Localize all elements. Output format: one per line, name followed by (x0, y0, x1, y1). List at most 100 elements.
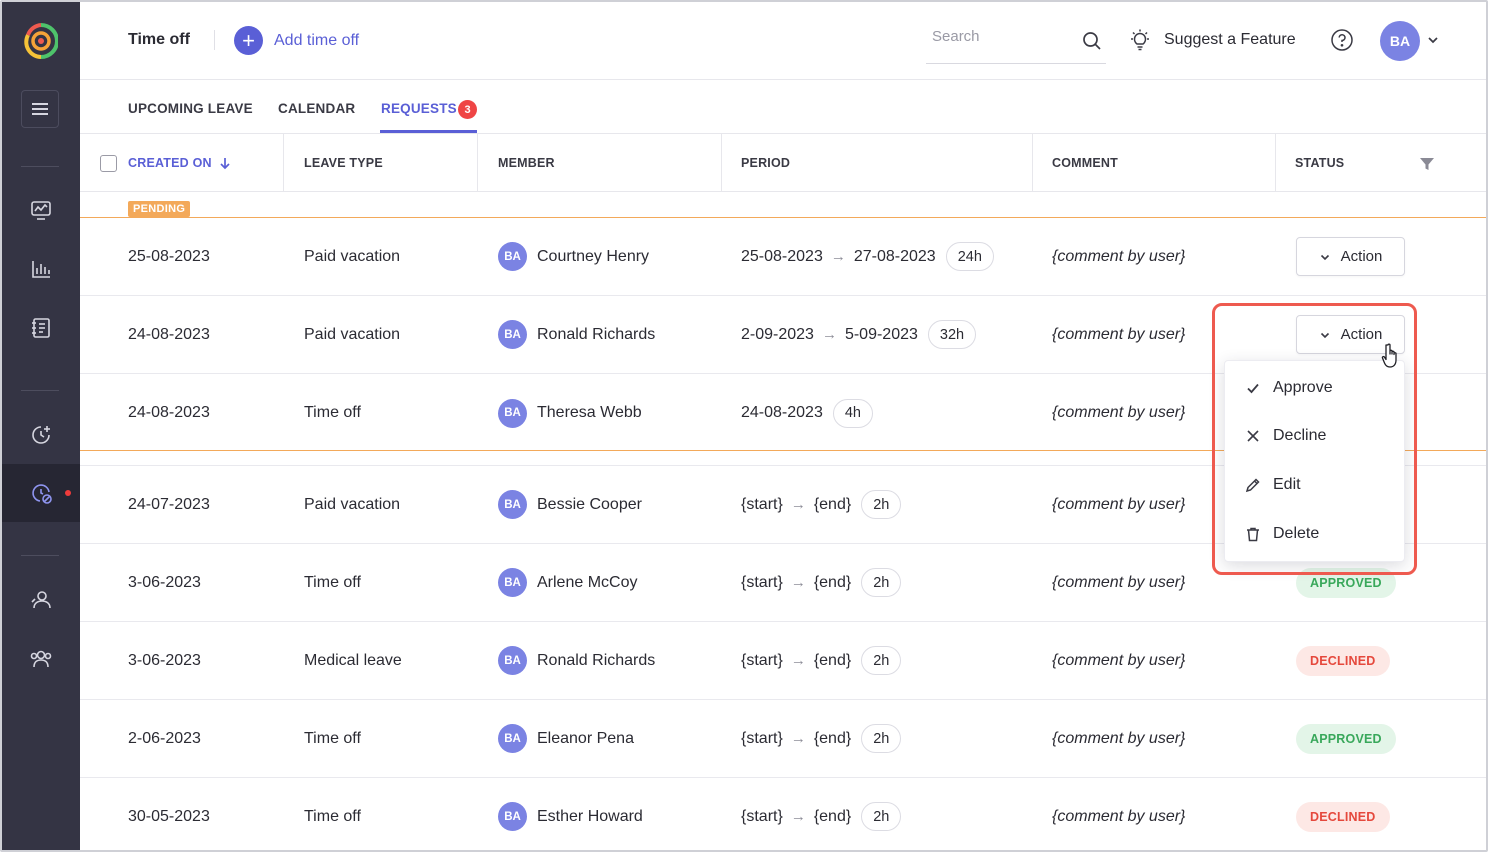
time-tracking-icon (32, 426, 50, 444)
sidebar-item-members[interactable] (27, 586, 55, 614)
member-avatar: BA (498, 724, 527, 753)
status-badge: DECLINED (1296, 645, 1390, 676)
status-badge: DECLINED (1296, 801, 1390, 832)
table-row[interactable]: 3-06-2023 Medical leave BA Ronald Richar… (80, 622, 1486, 700)
sidebar-item-timesheets[interactable] (27, 314, 55, 342)
action-button[interactable]: Action (1296, 237, 1405, 276)
chevron-down-icon (1320, 332, 1329, 338)
comment-cell: {comment by user} (1052, 573, 1186, 591)
period-cell: 25-08-2023 → 27-08-2023 24h (741, 218, 994, 295)
menu-icon (32, 103, 48, 115)
sidebar-item-reports[interactable] (27, 255, 55, 283)
status-badge: APPROVED (1296, 723, 1396, 754)
filter-icon[interactable] (1419, 156, 1435, 172)
period-end: 27-08-2023 (853, 247, 936, 265)
comment-cell: {comment by user} (1052, 325, 1186, 343)
arrow-right-icon: → (790, 496, 806, 513)
column-created-on[interactable]: CREATED ON (100, 134, 232, 192)
comment-cell: {comment by user} (1052, 404, 1186, 421)
column-divider (721, 134, 722, 192)
action-dropdown-menu: Approve Decline Edit Delete (1224, 360, 1405, 562)
requests-count-badge: 3 (458, 100, 477, 119)
menu-button[interactable] (21, 90, 59, 128)
hours-badge: 4h (832, 398, 873, 428)
column-comment: COMMENT (1052, 156, 1118, 170)
table-row[interactable]: 2-06-2023 Time off BA Eleanor Pena {star… (80, 700, 1486, 778)
column-created-on-label: CREATED ON (128, 156, 212, 170)
chevron-down-icon[interactable] (1426, 33, 1440, 47)
search-input[interactable] (932, 28, 1072, 45)
period-start: 25-08-2023 (741, 247, 823, 265)
help-icon[interactable] (1330, 28, 1354, 52)
suggest-feature-button[interactable]: Suggest a Feature (1128, 28, 1296, 52)
member-cell: BA Courtney Henry (498, 218, 649, 295)
sidebar-item-teams[interactable] (27, 645, 55, 673)
trash-icon (1247, 527, 1259, 542)
pending-section-badge: PENDING (128, 201, 191, 217)
leave-type-cell: Time off (304, 404, 361, 421)
status-cell: DECLINED (1296, 778, 1390, 850)
member-name: Ronald Richards (537, 325, 656, 343)
tab-upcoming-leave[interactable]: UPCOMING LEAVE (128, 101, 253, 116)
member-cell: BA Theresa Webb (498, 374, 642, 452)
member-cell: BA Ronald Richards (498, 296, 655, 373)
tab-bar: UPCOMING LEAVE CALENDAR REQUESTS 3 (80, 80, 1486, 134)
action-button-label: Action (1340, 248, 1383, 265)
period-cell: {start} → {end} 2h (741, 466, 902, 543)
top-header: Time off + Add time off Suggest a Featur… (80, 2, 1486, 80)
menu-item-edit[interactable]: Edit (1225, 461, 1406, 509)
add-time-off-button[interactable]: + Add time off (234, 26, 359, 55)
tab-requests[interactable]: REQUESTS (381, 101, 457, 116)
menu-item-decline[interactable]: Decline (1225, 412, 1406, 460)
menu-item-approve[interactable]: Approve (1225, 364, 1406, 412)
arrow-right-icon: → (790, 808, 806, 825)
header-divider (214, 30, 215, 50)
period-cell: {start} → {end} 2h (741, 622, 902, 699)
user-avatar[interactable]: BA (1380, 21, 1420, 61)
column-divider (283, 134, 284, 192)
tab-calendar[interactable]: CALENDAR (278, 101, 355, 116)
status-cell: APPROVED (1296, 700, 1396, 777)
arrow-right-icon: → (790, 652, 806, 669)
member-name: Theresa Webb (537, 404, 642, 421)
search-icon[interactable] (1082, 31, 1102, 51)
member-avatar: BA (498, 646, 527, 675)
select-all-checkbox[interactable] (100, 154, 117, 172)
team-icon (30, 650, 52, 668)
app-logo-icon[interactable] (24, 22, 58, 60)
sidebar-item-time-off[interactable] (27, 479, 55, 507)
period-cell: {start} → {end} 2h (741, 544, 902, 621)
member-name: Esther Howard (537, 807, 643, 825)
search-box (926, 18, 1106, 64)
check-icon (1247, 383, 1259, 394)
leave-type-cell: Paid vacation (304, 325, 401, 343)
close-icon (1247, 430, 1259, 442)
period-start: 24-08-2023 (741, 404, 823, 421)
comment-cell: {comment by user} (1052, 247, 1186, 265)
member-cell: BA Arlene McCoy (498, 544, 637, 621)
column-leave-type: LEAVE TYPE (304, 156, 383, 170)
member-name: Eleanor Pena (537, 729, 634, 747)
member-avatar: BA (498, 398, 527, 428)
member-avatar: BA (498, 568, 527, 597)
period-start: {start} (741, 495, 783, 513)
table-row[interactable]: 30-05-2023 Time off BA Esther Howard {st… (80, 778, 1486, 850)
sidebar-item-dashboard[interactable] (27, 196, 55, 224)
reports-icon (32, 261, 50, 278)
menu-item-delete[interactable]: Delete (1225, 510, 1406, 558)
sidebar (2, 2, 80, 850)
arrow-right-icon: → (790, 730, 806, 747)
period-cell: {start} → {end} 2h (741, 778, 902, 850)
table-row[interactable]: 25-08-2023 Paid vacation BA Courtney Hen… (80, 218, 1486, 296)
comment-cell: {comment by user} (1052, 807, 1186, 825)
timesheet-icon (32, 318, 50, 338)
table-header: CREATED ON LEAVE TYPE MEMBER PERIOD COMM… (80, 134, 1486, 192)
hours-badge: 2h (861, 802, 902, 831)
member-avatar: BA (498, 320, 527, 349)
period-end: {end} (813, 495, 852, 513)
chevron-down-icon (1320, 254, 1329, 260)
leave-type-cell: Medical leave (304, 651, 402, 669)
sidebar-item-time-tracking[interactable] (27, 421, 55, 449)
hours-badge: 24h (945, 242, 994, 271)
member-name: Bessie Cooper (537, 495, 642, 513)
